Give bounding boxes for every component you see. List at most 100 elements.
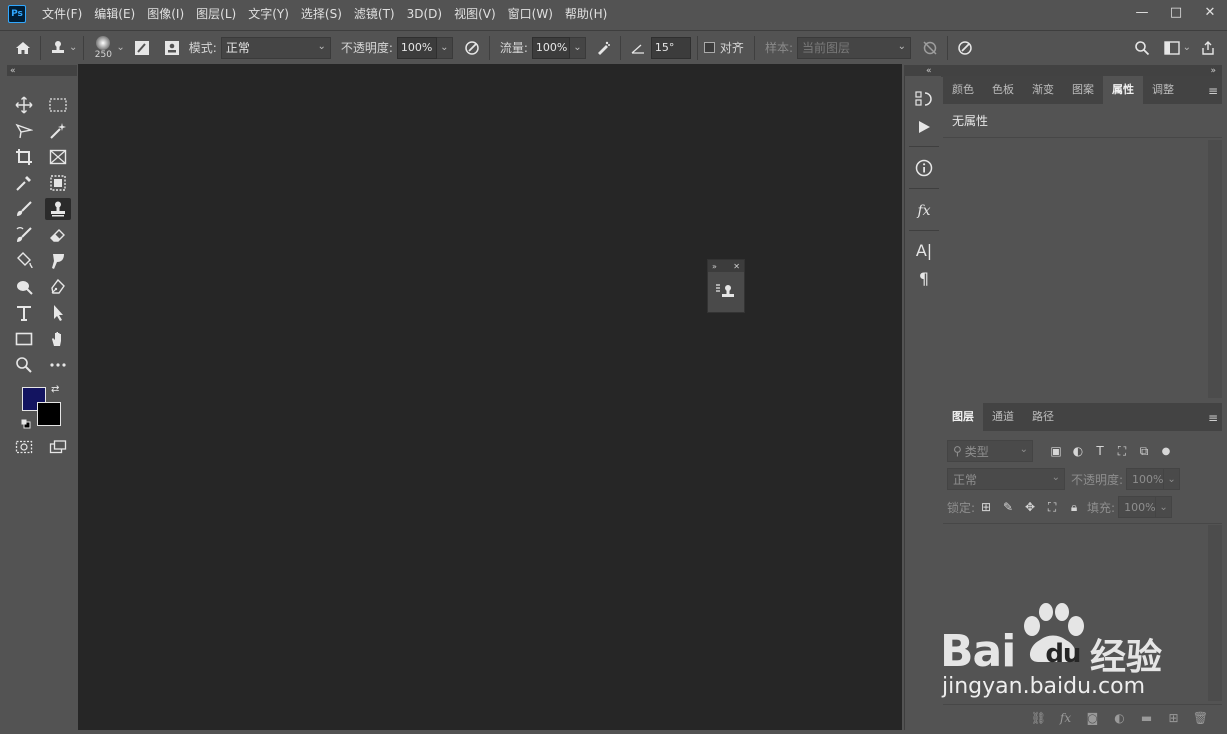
filter-pixel-icon[interactable]: ▣ [1045,440,1067,462]
airbrush-icon[interactable] [592,37,614,59]
lasso-tool[interactable] [11,120,37,142]
hand-tool[interactable] [45,328,71,350]
menu-edit[interactable]: 编辑(E) [88,0,141,28]
flow-input[interactable]: 100% [531,36,570,59]
tab-color[interactable]: 颜色 [943,76,983,104]
clone-source-panel-icon[interactable] [161,37,183,59]
workspace-icon[interactable] [1161,37,1183,59]
chevron-down-icon[interactable]: ⌄ [69,42,77,53]
swap-colors-icon[interactable]: ⇄ [51,384,59,395]
blend-mode-dropdown[interactable]: 正常 ⌄ [947,468,1065,490]
menu-type[interactable]: 文字(Y) [242,0,295,28]
tab-patterns[interactable]: 图案 [1063,76,1103,104]
quick-mask-icon[interactable] [11,436,37,458]
frame-tool[interactable] [45,146,71,168]
zoom-tool[interactable] [11,354,37,376]
lock-position-icon[interactable]: ✥ [1019,496,1041,518]
screen-mode-icon[interactable] [45,436,71,458]
eyedropper-tool[interactable] [11,172,37,194]
panel-menu-icon[interactable]: ≡ [1208,84,1218,98]
expand-panel-icon[interactable]: » [712,262,717,271]
menu-view[interactable]: 视图(V) [448,0,502,28]
chevron-down-icon[interactable]: ⌄ [1164,468,1181,490]
tab-gradients[interactable]: 渐变 [1023,76,1063,104]
lock-image-icon[interactable]: ✎ [997,496,1019,518]
character-panel-icon[interactable]: A| [912,239,936,261]
clone-stamp-preset-icon[interactable] [47,37,69,59]
floating-panel-header[interactable]: » ✕ [708,260,744,272]
layer-opacity-input[interactable]: 100% [1126,468,1165,490]
type-tool[interactable] [11,302,37,324]
filter-type-icon[interactable]: T [1089,440,1111,462]
gradient-tool[interactable] [11,250,37,272]
menu-select[interactable]: 选择(S) [295,0,348,28]
menu-3d[interactable]: 3D(D) [401,0,448,28]
brush-preset-picker[interactable]: 250 [90,35,116,60]
scrollbar[interactable] [1208,525,1222,701]
close-panel-icon[interactable]: ✕ [733,262,740,271]
menu-help[interactable]: 帮助(H) [559,0,613,28]
tab-channels[interactable]: 通道 [983,403,1023,431]
clone-source-icon[interactable] [708,272,744,312]
menu-image[interactable]: 图像(I) [141,0,190,28]
delete-layer-icon[interactable]: 🗑︎ [1187,707,1214,729]
filter-adjustment-icon[interactable]: ◐ [1067,440,1089,462]
sample-dropdown[interactable]: 当前图层 ⌄ [796,36,911,59]
maximize-button[interactable]: □ [1159,0,1193,24]
move-tool[interactable] [11,94,37,116]
ignore-adjustment-layers-icon[interactable] [919,37,941,59]
pen-tool[interactable] [45,276,71,298]
info-panel-icon[interactable] [912,157,936,179]
marquee-tool[interactable] [45,94,71,116]
opacity-input[interactable]: 100% [396,36,437,59]
filter-shape-icon[interactable]: ⛶ [1111,440,1133,462]
chevron-down-icon[interactable]: ⌄ [569,36,586,59]
path-selection-tool[interactable] [45,302,71,324]
tab-layers[interactable]: 图层 [943,403,983,431]
eraser-tool[interactable] [45,224,71,246]
history-panel-icon[interactable] [912,88,936,110]
share-icon[interactable] [1197,37,1219,59]
magic-wand-tool[interactable] [45,120,71,142]
blur-tool[interactable] [45,250,71,272]
history-brush-tool[interactable] [11,224,37,246]
home-icon[interactable] [12,37,34,59]
more-tools-icon[interactable] [45,354,71,376]
brush-settings-icon[interactable] [131,37,153,59]
fill-input[interactable]: 100% [1118,496,1157,518]
filter-smart-object-icon[interactable]: ⧉ [1133,440,1155,462]
chevron-down-icon[interactable]: ⌄ [1183,42,1191,53]
chevron-down-icon[interactable]: ⌄ [1156,496,1173,518]
lock-transparent-icon[interactable]: ⊞ [975,496,997,518]
actions-panel-icon[interactable] [912,116,936,138]
tab-paths[interactable]: 路径 [1023,403,1063,431]
angle-input[interactable]: 15° [650,36,691,59]
close-button[interactable]: ✕ [1193,0,1227,24]
object-selection-tool[interactable] [45,172,71,194]
chevron-down-icon[interactable]: ⌄ [436,36,453,59]
mode-dropdown[interactable]: 正常 ⌄ [220,36,331,59]
default-colors-icon[interactable] [21,418,31,429]
panel-menu-icon[interactable]: ≡ [1208,411,1218,425]
lock-all-icon[interactable]: 🔒︎ [1063,496,1085,518]
minimize-button[interactable]: — [1125,0,1159,24]
menu-window[interactable]: 窗口(W) [502,0,559,28]
clone-stamp-tool[interactable] [45,198,71,220]
tab-properties[interactable]: 属性 [1103,76,1143,104]
scrollbar[interactable] [1208,140,1222,398]
search-icon[interactable] [1131,37,1153,59]
lock-artboard-icon[interactable]: ⛶ [1041,496,1063,518]
document-canvas[interactable] [78,64,902,730]
brush-tool[interactable] [11,198,37,220]
menu-filter[interactable]: 滤镜(T) [348,0,401,28]
tab-adjustments[interactable]: 调整 [1143,76,1183,104]
rectangle-tool[interactable] [11,328,37,350]
crop-tool[interactable] [11,146,37,168]
layer-filter-dropdown[interactable]: ⚲ 类型 ⌄ [947,440,1033,462]
dodge-tool[interactable] [11,276,37,298]
pressure-size-icon[interactable] [954,37,976,59]
chevron-down-icon[interactable]: ⌄ [116,42,124,53]
styles-panel-icon[interactable]: fx [912,200,936,222]
align-checkbox[interactable] [703,42,715,53]
paragraph-panel-icon[interactable]: ¶ [912,267,936,289]
